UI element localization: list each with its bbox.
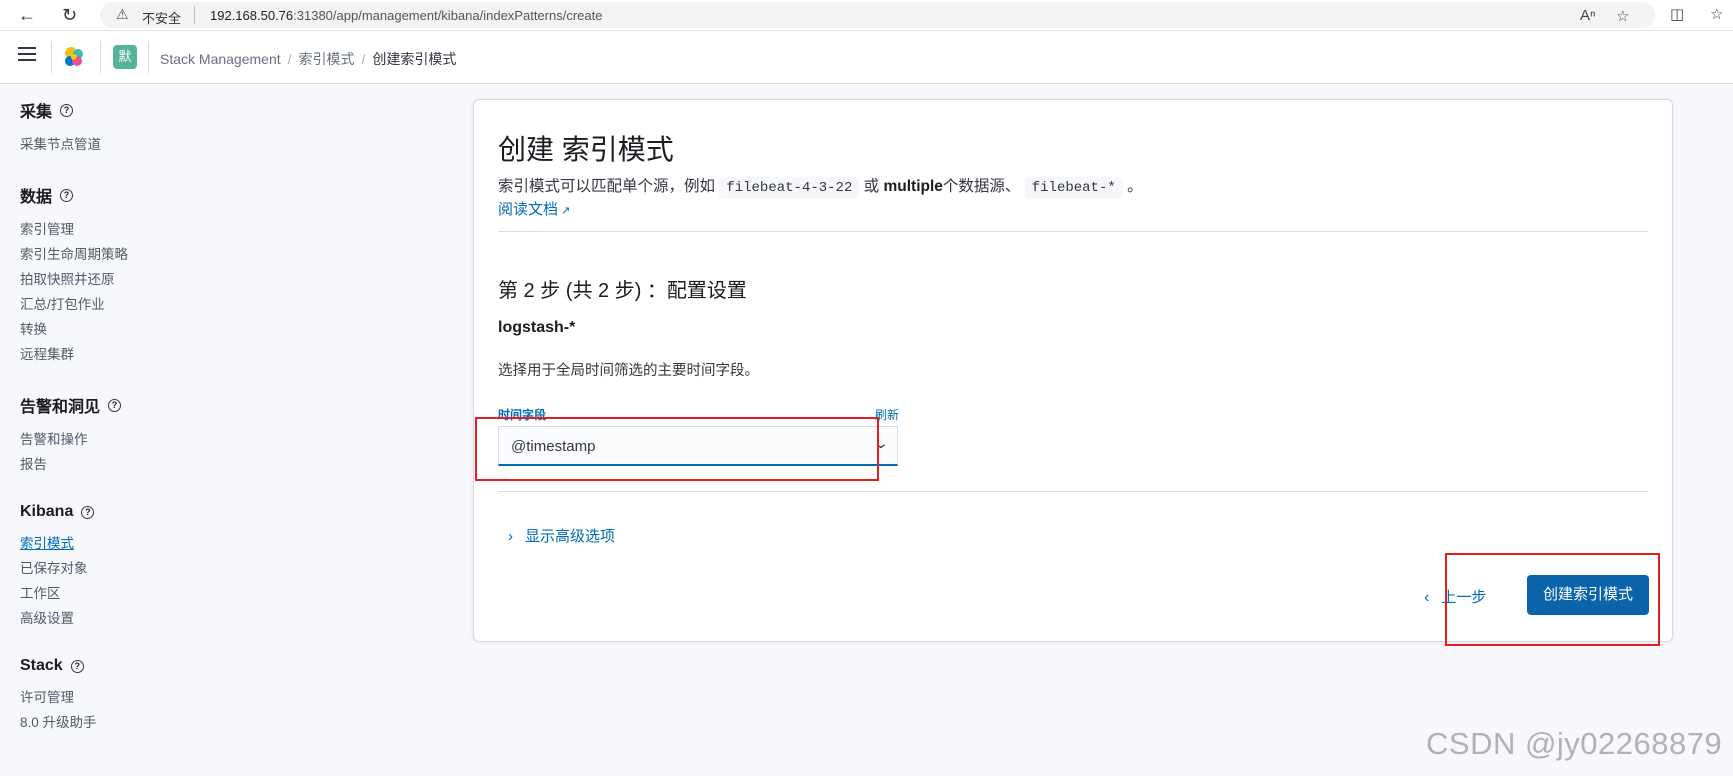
sidebar-item-upgrade-assistant[interactable]: 8.0 升级助手 [20, 710, 420, 735]
menu-icon[interactable] [18, 47, 36, 65]
warning-icon: ⚠ [116, 6, 129, 22]
desc-text: 个数据源、 [942, 178, 1021, 195]
help-icon[interactable]: ? [70, 659, 84, 673]
desc-text: 或 [863, 178, 880, 195]
sidebar-group-label: Stack [20, 657, 63, 674]
elastic-logo-icon[interactable] [62, 45, 86, 69]
divider [498, 491, 1648, 492]
highlight-box-time-field [475, 417, 879, 481]
management-sidebar: 采集? 采集节点管道 数据? 索引管理 索引生命周期策略 拍取快照并还原 汇总/… [20, 98, 420, 761]
sidebar-item-saved-objects[interactable]: 已保存对象 [20, 556, 420, 581]
index-pattern-name: logstash-* [498, 319, 576, 336]
header-divider [51, 41, 52, 73]
sidebar-group-title: Stack? [20, 657, 420, 675]
sidebar-item-ingest-pipelines[interactable]: 采集节点管道 [20, 132, 420, 157]
advanced-options-toggle[interactable]: › 显示高级选项 [508, 525, 615, 546]
space-avatar[interactable]: 默 [113, 45, 137, 69]
sidebar-group-label: 数据 [20, 189, 53, 206]
chevron-right-icon: › [508, 528, 513, 545]
sidebar-group-title: 数据? [20, 183, 420, 207]
sidebar-group-data: 数据? 索引管理 索引生命周期策略 拍取快照并还原 汇总/打包作业 转换 远程集… [20, 183, 420, 367]
docs-link-label: 阅读文档 [498, 201, 559, 218]
sidebar-group-title: 告警和洞见? [20, 393, 420, 417]
chevron-left-icon: ‹ [1424, 589, 1430, 606]
sidebar-group-label: 告警和洞见 [20, 399, 101, 416]
breadcrumb-create-index-pattern: 创建索引模式 [372, 51, 457, 67]
help-icon[interactable]: ? [60, 188, 74, 202]
sidebar-group-stack: Stack? 许可管理 8.0 升级助手 [20, 657, 420, 735]
sidebar-group-alerts-insights: 告警和洞见? 告警和操作 报告 [20, 393, 420, 477]
url-text: 192.168.50.76:31380/app/management/kiban… [210, 8, 602, 23]
sidebar-item-index-management[interactable]: 索引管理 [20, 217, 420, 242]
breadcrumb-separator: / [287, 51, 292, 67]
breadcrumb: Stack Management / 索引模式 / 创建索引模式 [160, 49, 456, 69]
sidebar-group-title: Kibana? [20, 503, 420, 521]
help-icon[interactable]: ? [108, 398, 122, 412]
breadcrumb-stack-management[interactable]: Stack Management [160, 51, 281, 67]
read-docs-link[interactable]: 阅读文档 ↗ [498, 198, 570, 219]
sidebar-item-remote-clusters[interactable]: 远程集群 [20, 342, 420, 367]
external-link-icon: ↗ [561, 205, 571, 217]
kibana-header: 默 Stack Management / 索引模式 / 创建索引模式 [0, 31, 1733, 84]
browser-toolbar: ← ↻ ⚠ 不安全 192.168.50.76:31380/app/manage… [0, 0, 1733, 31]
desc-text: 索引模式可以匹配单个源，例如 [498, 178, 716, 195]
example-code: filebeat-* [1024, 177, 1123, 199]
sidebar-group-ingest: 采集? 采集节点管道 [20, 98, 420, 157]
sidebar-item-ilm-policies[interactable]: 索引生命周期策略 [20, 242, 420, 267]
highlight-box-create-button [1445, 553, 1660, 646]
time-field-hint: 选择用于全局时间筛选的主要时间字段。 [498, 363, 759, 379]
split-screen-icon[interactable]: ◫ [1670, 5, 1684, 23]
help-icon[interactable]: ? [81, 505, 95, 519]
desc-text: 。 [1127, 178, 1143, 195]
favorite-star-icon[interactable]: ☆ [1616, 7, 1629, 25]
page-description: 索引模式可以匹配单个源，例如 filebeat-4-3-22 或 multipl… [498, 174, 1143, 199]
sidebar-item-transforms[interactable]: 转换 [20, 317, 420, 342]
reload-icon[interactable]: ↻ [62, 4, 77, 26]
breadcrumb-separator: / [361, 51, 366, 67]
url-host: 192.168.50.76 [210, 8, 294, 23]
insecure-label: 不安全 [142, 11, 182, 26]
sidebar-item-snapshot-restore[interactable]: 拍取快照并还原 [20, 267, 420, 292]
help-icon[interactable]: ? [60, 103, 74, 117]
sidebar-group-label: 采集 [20, 104, 53, 121]
advanced-options-label: 显示高级选项 [525, 528, 616, 545]
address-bar[interactable]: ⚠ 不安全 192.168.50.76:31380/app/management… [100, 2, 1655, 28]
back-arrow-icon[interactable]: ← [18, 4, 36, 26]
sidebar-item-license-management[interactable]: 许可管理 [20, 685, 420, 710]
sidebar-group-label: Kibana [20, 503, 74, 520]
watermark-text: CSDN @jy02268879 [1426, 726, 1723, 761]
sidebar-group-kibana: Kibana? 索引模式 已保存对象 工作区 高级设置 [20, 503, 420, 631]
favorites-list-icon[interactable]: ☆ [1710, 5, 1723, 23]
sidebar-item-rollup-jobs[interactable]: 汇总/打包作业 [20, 292, 420, 317]
sidebar-item-index-patterns[interactable]: 索引模式 [20, 531, 420, 556]
breadcrumb-index-patterns[interactable]: 索引模式 [299, 51, 355, 67]
header-divider [100, 41, 101, 73]
divider [498, 231, 1648, 232]
example-code: filebeat-4-3-22 [719, 177, 860, 199]
read-aloud-icon[interactable]: Aⁿ [1580, 7, 1595, 24]
desc-bold: multiple [883, 178, 943, 195]
sidebar-item-advanced-settings[interactable]: 高级设置 [20, 606, 420, 631]
url-divider [194, 6, 195, 24]
page-title: 创建 索引模式 [498, 134, 674, 165]
url-path: :31380/app/management/kibana/indexPatter… [293, 8, 603, 23]
header-divider [148, 41, 149, 73]
sidebar-item-alerts-actions[interactable]: 告警和操作 [20, 427, 420, 452]
sidebar-item-reporting[interactable]: 报告 [20, 452, 420, 477]
sidebar-item-workspaces[interactable]: 工作区 [20, 581, 420, 606]
step-title: 第 2 步 (共 2 步) ：配置设置 [498, 280, 747, 302]
sidebar-group-title: 采集? [20, 98, 420, 122]
